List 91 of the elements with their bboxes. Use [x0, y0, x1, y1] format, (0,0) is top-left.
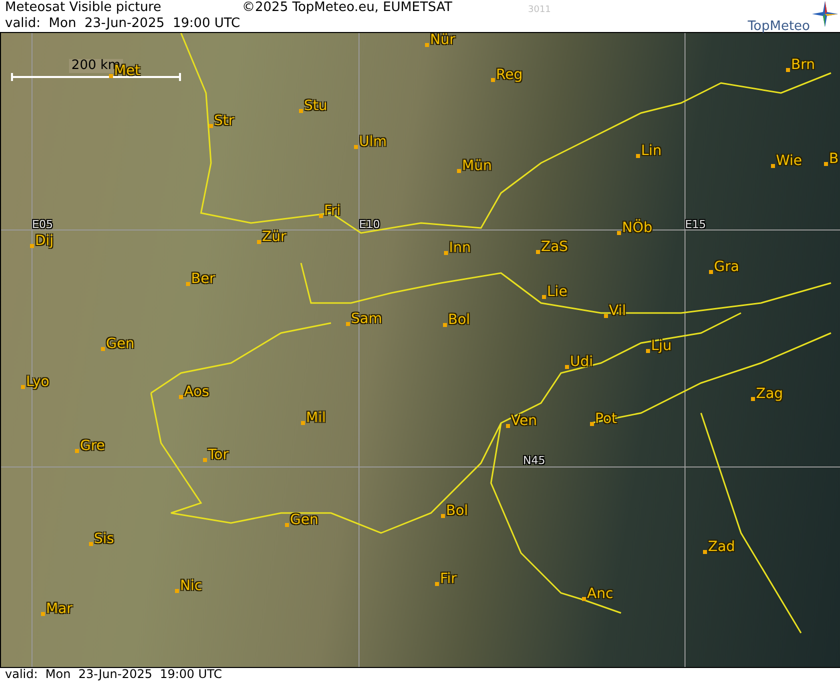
city-marker-icon	[209, 124, 213, 128]
city-marker-icon	[203, 458, 207, 462]
city-marker-icon	[21, 385, 25, 389]
city-label: B	[829, 151, 839, 167]
city-label: Mar	[46, 601, 72, 617]
city-marker-icon	[457, 169, 461, 173]
city-marker-icon	[506, 424, 510, 428]
city-marker-icon	[542, 295, 546, 299]
city-marker-icon	[703, 550, 707, 554]
city-label: Lyo	[26, 374, 50, 390]
city-label: Gen	[290, 512, 318, 528]
city-label: Lin	[641, 143, 662, 159]
city-label: Mil	[306, 410, 326, 426]
city-marker-icon	[257, 240, 261, 244]
city-label: Gra	[714, 259, 740, 275]
city-marker-icon	[636, 154, 640, 158]
city-marker-icon	[582, 597, 586, 601]
city-marker-icon	[751, 397, 755, 401]
city-label: Zad	[708, 539, 736, 555]
city-label: Lju	[651, 338, 672, 354]
city-marker-icon	[646, 349, 650, 353]
city-marker-icon	[435, 582, 439, 586]
city-label: Gen	[106, 336, 134, 352]
city-label: Brn	[791, 57, 815, 73]
city-marker-icon	[175, 589, 179, 593]
valid-time: valid: Mon 23-Jun-2025 19:00 UTC	[5, 16, 242, 32]
city-label: Gre	[80, 438, 105, 454]
city-marker-icon	[41, 612, 45, 616]
city-label: Nic	[180, 578, 202, 594]
image-code: 3011	[528, 4, 551, 17]
city-marker-icon	[590, 422, 594, 426]
city-label: Sam	[351, 311, 382, 327]
city-marker-icon	[346, 322, 350, 326]
star-logo-icon	[812, 1, 838, 27]
city-marker-icon	[299, 109, 303, 113]
valid-time: valid: Mon 23-Jun-2025 19:00 UTC	[5, 668, 222, 681]
city-marker-icon	[604, 314, 608, 318]
city-marker-icon	[824, 162, 828, 166]
city-marker-icon	[301, 421, 305, 425]
city-label: Dij	[35, 233, 54, 249]
city-marker-icon	[771, 164, 775, 168]
city-marker-icon	[709, 270, 713, 274]
city-marker-icon	[186, 282, 190, 286]
city-label: Mün	[462, 158, 492, 174]
grid-label: E15	[685, 219, 706, 231]
city-marker-icon	[319, 214, 323, 218]
city-marker-icon	[536, 250, 540, 254]
logo-text: TopMeteo	[748, 19, 810, 34]
city-marker-icon	[89, 542, 93, 546]
city-marker-icon	[617, 231, 621, 235]
city-label: Reg	[496, 67, 523, 83]
city-label: Fir	[440, 571, 457, 587]
city-marker-icon	[425, 43, 429, 47]
city-label: Nür	[430, 33, 456, 48]
grid-label: E10	[359, 219, 380, 231]
city-label: Stu	[304, 98, 328, 114]
city-label: ZaS	[541, 239, 568, 255]
city-marker-icon	[285, 523, 289, 527]
city-label: Inn	[449, 240, 471, 256]
city-marker-icon	[444, 251, 448, 255]
grid-label: E05	[32, 219, 53, 231]
city-marker-icon	[786, 68, 790, 72]
city-marker-icon	[443, 323, 447, 327]
city-label: Bol	[446, 503, 468, 519]
city-marker-icon	[101, 347, 105, 351]
city-label: Anc	[587, 586, 614, 602]
grid-label: N45	[523, 455, 546, 467]
city-label: Aos	[184, 384, 210, 400]
city-label: Udi	[570, 354, 594, 370]
city-marker-icon	[109, 74, 113, 78]
city-marker-icon	[75, 449, 79, 453]
city-label: Bol	[448, 312, 470, 328]
city-label: Wie	[776, 153, 802, 169]
city-marker-icon	[179, 395, 183, 399]
city-label: Sis	[94, 531, 114, 547]
copyright-text: ©2025 TopMeteo.eu, EUMETSAT	[242, 0, 454, 17]
city-label: Tor	[208, 447, 228, 463]
city-label: NÖb	[622, 220, 652, 236]
city-marker-icon	[354, 145, 358, 149]
city-label: Str	[214, 113, 234, 129]
city-label: Ber	[191, 271, 215, 287]
city-marker-icon	[30, 244, 34, 248]
city-label: Ulm	[359, 134, 387, 150]
city-label: Lie	[547, 284, 568, 300]
city-marker-icon	[565, 365, 569, 369]
city-marker-icon	[491, 78, 495, 82]
city-label: Zag	[756, 386, 784, 402]
city-label: Zür	[262, 229, 286, 245]
title-text: Meteosat Visible picture	[5, 0, 162, 16]
city-marker-icon	[441, 514, 445, 518]
city-label: Ven	[511, 413, 537, 429]
